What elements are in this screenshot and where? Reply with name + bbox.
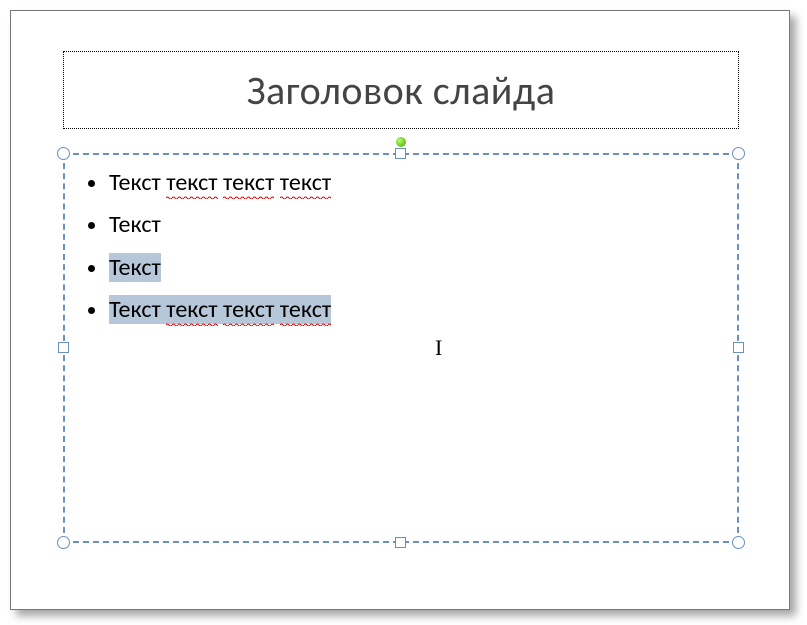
spellcheck-word[interactable]: текст: [280, 295, 331, 326]
rotate-handle-icon[interactable]: [395, 136, 407, 148]
resize-handle-tr[interactable]: [732, 147, 745, 160]
slide-area: Заголовок слайда Текст текст текст текст…: [33, 33, 767, 587]
spellcheck-word[interactable]: текст: [280, 168, 331, 199]
spellcheck-word[interactable]: текст: [223, 295, 274, 326]
resize-handle-ml[interactable]: [58, 342, 69, 353]
resize-handle-bm[interactable]: [395, 537, 406, 548]
text-run[interactable]: Текст: [109, 168, 166, 197]
list-item-text[interactable]: Текст: [109, 253, 161, 282]
resize-handle-tl[interactable]: [57, 147, 70, 160]
resize-handle-bl[interactable]: [57, 536, 70, 549]
list-item[interactable]: Текст текст текст текст: [109, 294, 737, 326]
resize-handle-mr[interactable]: [733, 342, 744, 353]
spellcheck-word[interactable]: текст: [223, 168, 274, 199]
list-item[interactable]: Текст текст текст текст: [109, 167, 737, 199]
list-item-text[interactable]: Текст текст текст текст: [109, 295, 331, 324]
text-run[interactable]: Текст: [109, 295, 166, 324]
text-run[interactable]: Текст: [109, 210, 161, 239]
list-item[interactable]: Текст: [109, 252, 737, 284]
spellcheck-word[interactable]: текст: [166, 168, 217, 199]
bullet-list[interactable]: Текст текст текст текстТекстТекстТекст т…: [65, 167, 737, 327]
list-item-text[interactable]: Текст: [109, 210, 161, 239]
list-item-text[interactable]: Текст текст текст текст: [109, 168, 331, 199]
text-run[interactable]: Текст: [109, 253, 161, 282]
resize-handle-tm[interactable]: [395, 148, 406, 159]
resize-handle-br[interactable]: [732, 536, 745, 549]
list-item[interactable]: Текст: [109, 209, 737, 241]
title-placeholder[interactable]: Заголовок слайда: [63, 51, 739, 129]
spellcheck-word[interactable]: текст: [166, 295, 217, 326]
text-cursor-icon: I: [435, 335, 449, 359]
content-placeholder[interactable]: Текст текст текст текстТекстТекстТекст т…: [63, 153, 739, 543]
slide-canvas: Заголовок слайда Текст текст текст текст…: [10, 10, 790, 610]
slide-title[interactable]: Заголовок слайда: [247, 66, 556, 115]
